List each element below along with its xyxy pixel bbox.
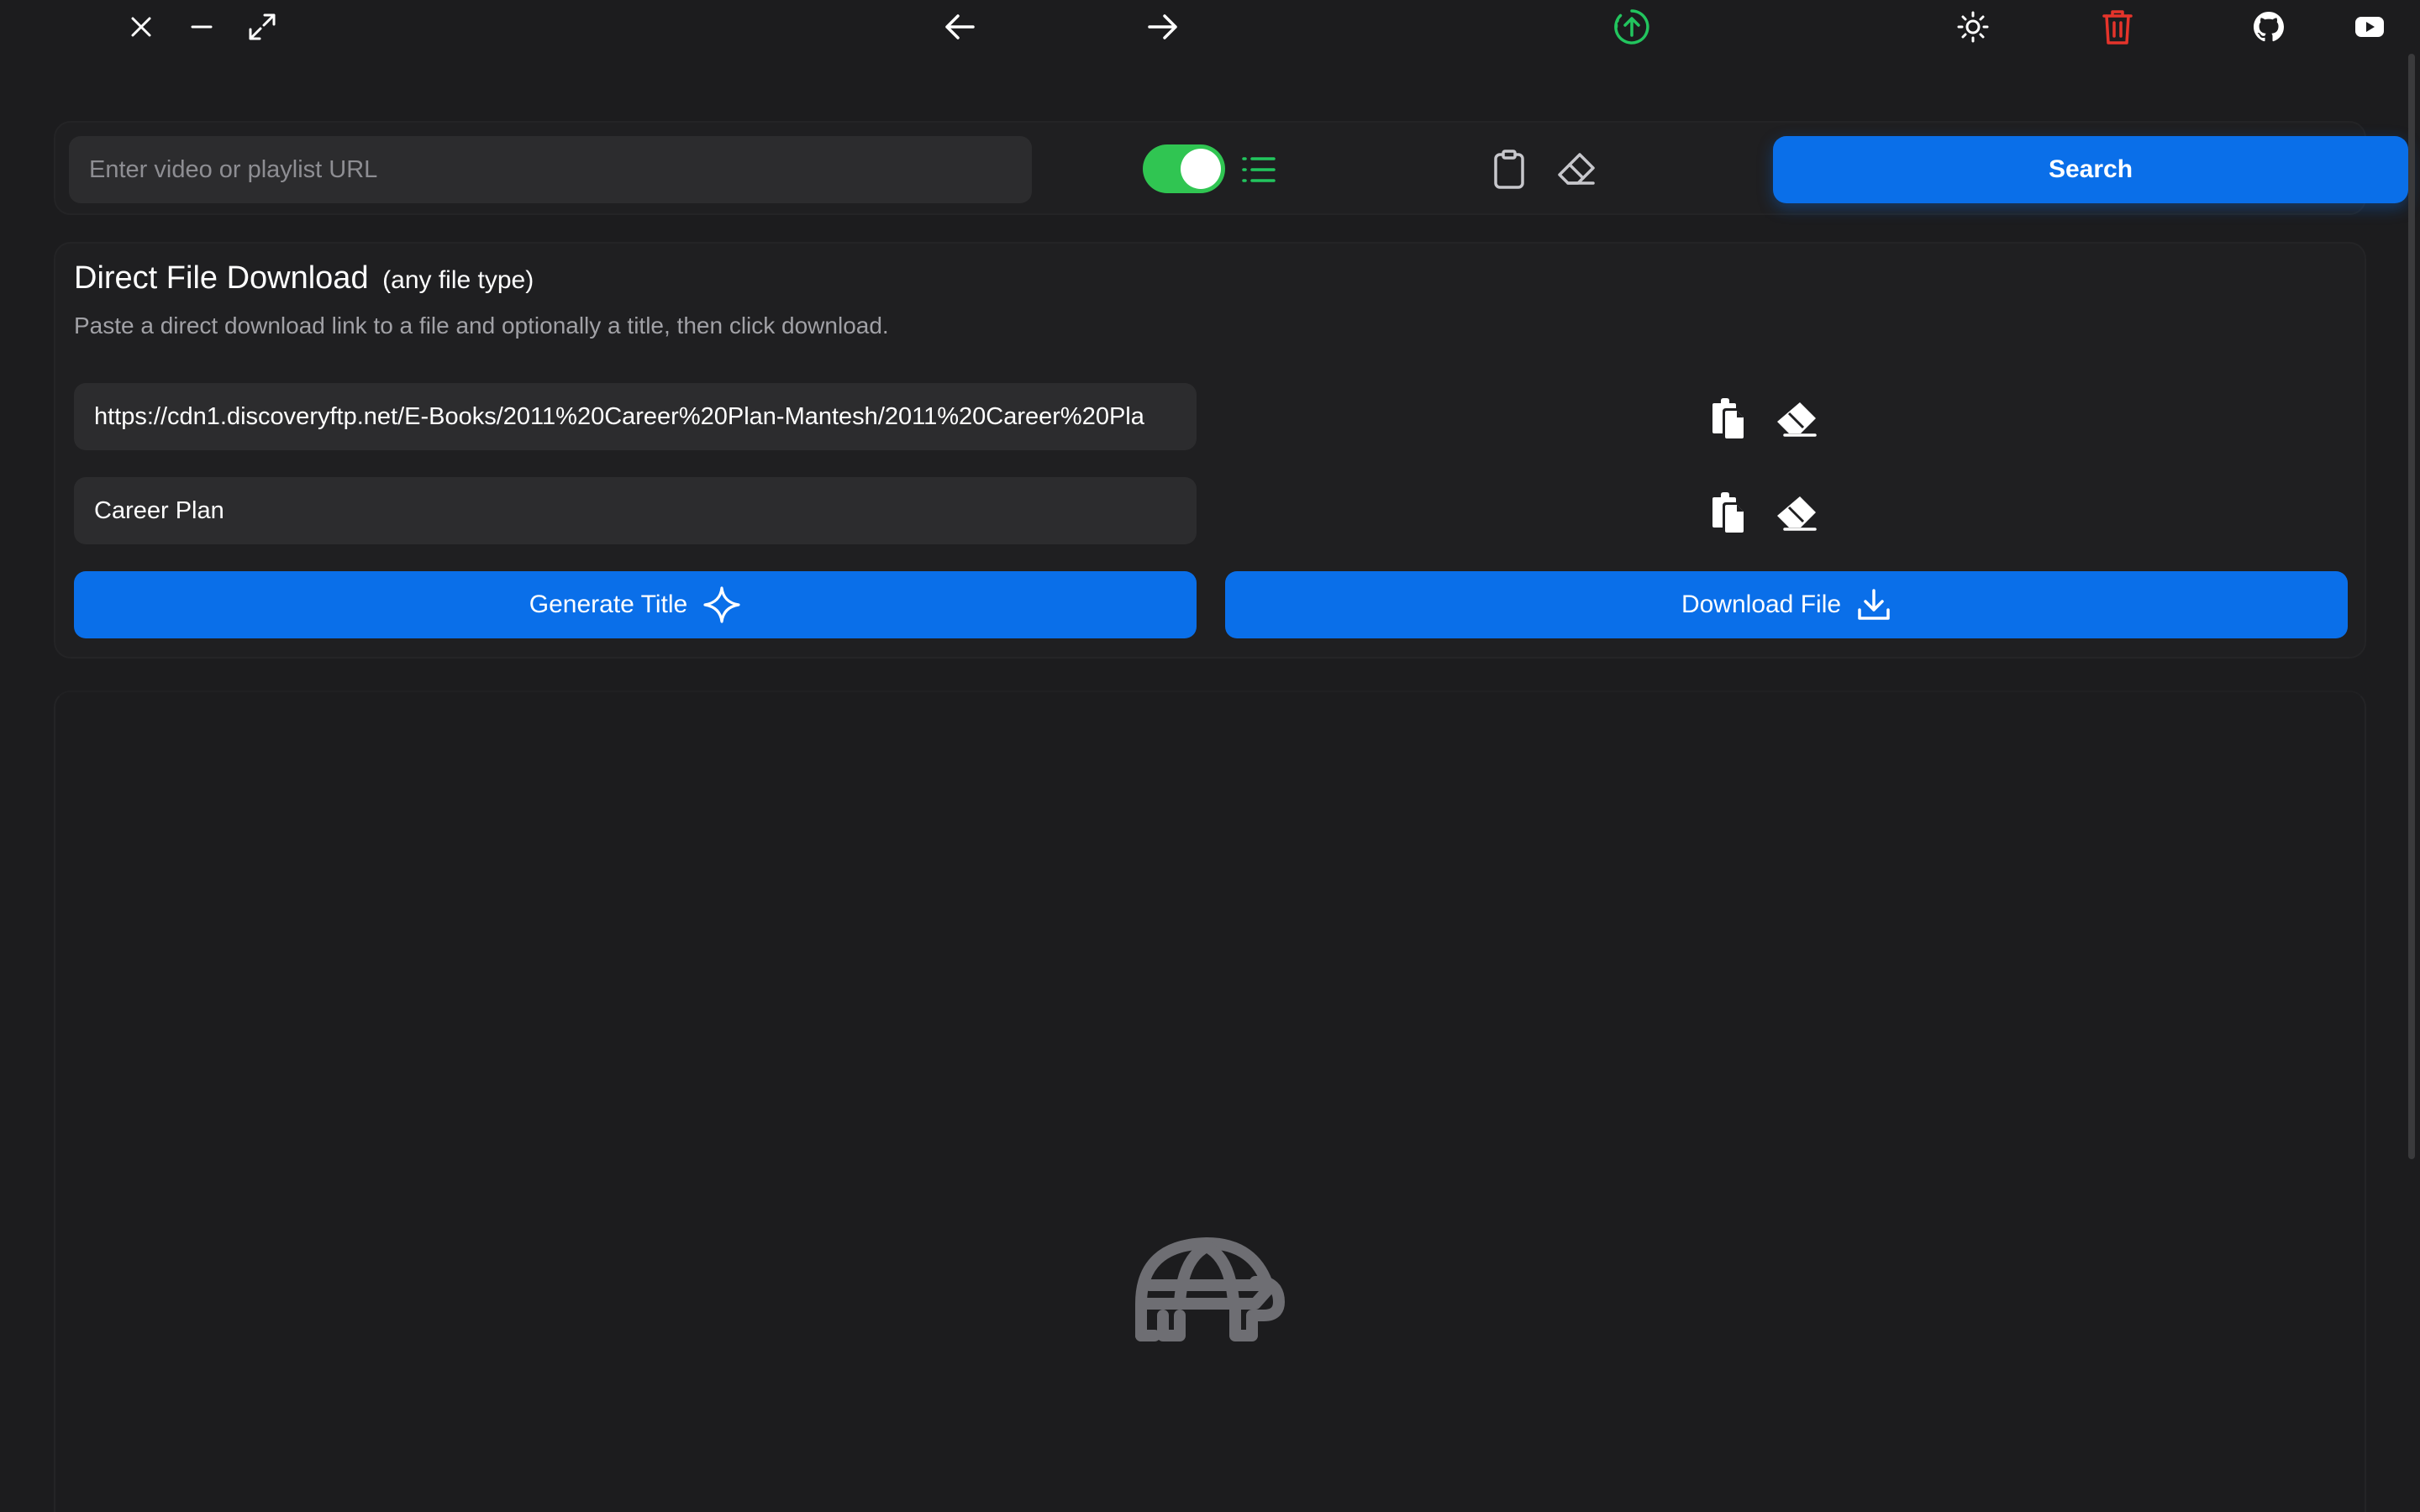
- download-file-label: Download File: [1681, 591, 1842, 618]
- github-icon[interactable]: [2249, 7, 2289, 47]
- turtle-icon: [1135, 1237, 1285, 1341]
- download-file-button[interactable]: Download File: [1225, 571, 2348, 638]
- trash-icon[interactable]: [2097, 7, 2138, 47]
- section-description: Paste a direct download link to a file a…: [74, 312, 889, 339]
- eraser-icon[interactable]: [1553, 146, 1600, 193]
- close-icon[interactable]: [121, 7, 161, 47]
- section-title: Direct File Download (any file type): [74, 260, 534, 297]
- generate-title-button[interactable]: Generate Title: [74, 571, 1197, 638]
- arrow-left-icon[interactable]: [939, 7, 980, 47]
- download-title-input[interactable]: [74, 477, 1197, 544]
- download-icon: [1858, 589, 1890, 620]
- toggle-knob: [1181, 149, 1221, 189]
- maximize-icon[interactable]: [242, 7, 282, 47]
- search-bar: Search: [54, 121, 2408, 215]
- list-icon[interactable]: [1235, 146, 1282, 193]
- paste-url-icon[interactable]: [1702, 393, 1753, 444]
- scrollbar[interactable]: [2408, 54, 2415, 1159]
- paste-title-icon[interactable]: [1702, 487, 1753, 538]
- search-button[interactable]: Search: [1773, 136, 2408, 203]
- sun-icon[interactable]: [1953, 7, 1993, 47]
- video-url-input[interactable]: [69, 136, 1032, 203]
- youtube-icon[interactable]: [2349, 7, 2390, 47]
- direct-download-card: Direct File Download (any file type) Pas…: [54, 242, 2366, 659]
- results-panel: [54, 690, 2366, 1512]
- sparkle-icon: [703, 586, 740, 623]
- minimize-icon[interactable]: [182, 7, 222, 47]
- update-icon[interactable]: [1612, 7, 1652, 47]
- playlist-toggle[interactable]: [1143, 144, 1225, 193]
- section-title-note: (any file type): [382, 266, 534, 294]
- section-title-text: Direct File Download: [74, 260, 369, 296]
- clipboard-icon[interactable]: [1486, 146, 1533, 193]
- clear-url-icon[interactable]: [1771, 393, 1822, 444]
- download-url-input[interactable]: [74, 383, 1197, 450]
- generate-title-label: Generate Title: [529, 591, 688, 618]
- arrow-right-icon[interactable]: [1143, 7, 1183, 47]
- clear-title-icon[interactable]: [1771, 487, 1822, 538]
- title-bar: [0, 0, 2420, 54]
